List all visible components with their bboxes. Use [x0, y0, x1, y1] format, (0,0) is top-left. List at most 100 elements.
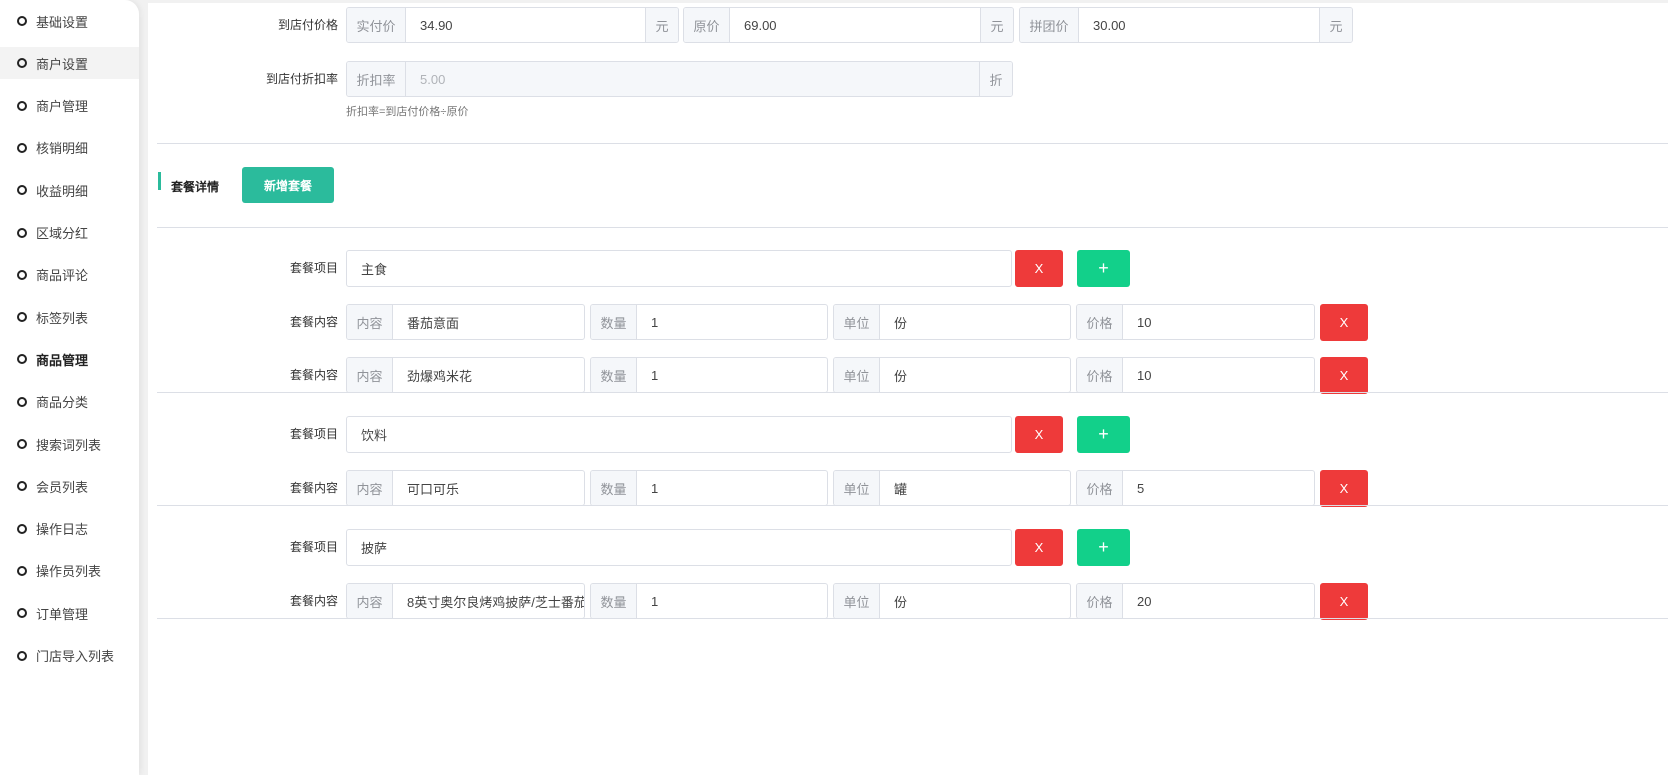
- package-item-input[interactable]: 主食: [346, 250, 1012, 287]
- actual-price-value[interactable]: 34.90: [406, 8, 645, 42]
- unit-input[interactable]: 单位份: [833, 583, 1071, 619]
- package-item-value[interactable]: 主食: [347, 251, 1011, 286]
- sidebar-item-label: 操作日志: [36, 522, 89, 538]
- sidebar-item[interactable]: 基础设置: [0, 5, 139, 37]
- unit-value[interactable]: 份: [880, 305, 1070, 339]
- add-content-button[interactable]: +: [1077, 529, 1130, 566]
- quantity-input[interactable]: 数量 1: [590, 470, 828, 506]
- sidebar-item[interactable]: 标签列表: [0, 301, 139, 333]
- unit-value[interactable]: 份: [880, 584, 1070, 618]
- original-price-prefix: 原价: [684, 8, 730, 42]
- circle-icon: [17, 58, 27, 69]
- price-value[interactable]: 5: [1123, 471, 1314, 505]
- content-value[interactable]: 8英寸奥尔良烤鸡披萨/芝士番茄: [393, 584, 584, 618]
- content-input[interactable]: 内容 8英寸奥尔良烤鸡披萨/芝士番茄: [346, 583, 585, 619]
- sidebar-item[interactable]: 商品管理: [0, 343, 139, 375]
- sidebar-item[interactable]: 订单管理: [0, 597, 139, 629]
- divider: [157, 143, 1668, 144]
- remove-item-button[interactable]: X: [1015, 529, 1063, 566]
- content-prefix: 内容: [347, 584, 393, 618]
- content-value[interactable]: 劲爆鸡米花: [393, 358, 584, 392]
- circle-icon: [17, 269, 27, 280]
- group-price-prefix: 拼团价: [1020, 8, 1079, 42]
- package-item-value[interactable]: 饮料: [347, 417, 1011, 452]
- unit-input[interactable]: 单位份: [833, 304, 1071, 340]
- package-item-label: 套餐项目: [289, 427, 338, 441]
- content-input[interactable]: 内容 可口可乐: [346, 470, 585, 506]
- unit-input[interactable]: 单位罐: [833, 470, 1071, 506]
- price-input[interactable]: 价格 10: [1076, 304, 1315, 340]
- sidebar-item[interactable]: 会员列表: [0, 470, 139, 502]
- group-price-suffix: 元: [1319, 8, 1352, 42]
- price-value[interactable]: 10: [1123, 358, 1314, 392]
- unit-input[interactable]: 单位份: [833, 357, 1071, 393]
- remove-item-button[interactable]: X: [1015, 416, 1063, 453]
- sidebar-item[interactable]: 搜索词列表: [0, 428, 139, 460]
- package-content-label: 套餐内容: [289, 315, 338, 329]
- sidebar-item[interactable]: 门店导入列表: [0, 640, 139, 672]
- package-item-input[interactable]: 披萨: [346, 529, 1012, 566]
- original-price-suffix: 元: [980, 8, 1013, 42]
- price-input[interactable]: 价格 20: [1076, 583, 1315, 619]
- quantity-value[interactable]: 1: [637, 471, 827, 505]
- sidebar-item[interactable]: 商品分类: [0, 386, 139, 418]
- group-price-value[interactable]: 30.00: [1079, 8, 1319, 42]
- sidebar-item[interactable]: 商品评论: [0, 259, 139, 291]
- unit-value[interactable]: 份: [880, 358, 1070, 392]
- price-input[interactable]: 价格 10: [1076, 357, 1315, 393]
- unit-value[interactable]: 罐: [880, 471, 1070, 505]
- circle-icon: [17, 16, 27, 26]
- sidebar-item[interactable]: 收益明细: [0, 174, 139, 206]
- remove-content-button[interactable]: X: [1320, 470, 1368, 507]
- content-value[interactable]: 番茄意面: [393, 305, 584, 339]
- content-input[interactable]: 内容 劲爆鸡米花: [346, 357, 585, 393]
- price-value[interactable]: 20: [1123, 584, 1314, 618]
- quantity-input[interactable]: 数量 1: [590, 357, 828, 393]
- price-prefix: 价格: [1077, 584, 1123, 618]
- sidebar-item[interactable]: 商户设置: [0, 47, 139, 80]
- divider: [157, 227, 1668, 228]
- group-price-input[interactable]: 拼团价 30.00 元: [1019, 7, 1353, 43]
- add-content-button[interactable]: +: [1077, 416, 1130, 453]
- unit-prefix: 单位: [834, 584, 880, 618]
- remove-item-button[interactable]: X: [1015, 250, 1063, 287]
- content-input[interactable]: 内容 番茄意面: [346, 304, 585, 340]
- remove-content-button[interactable]: X: [1320, 304, 1368, 341]
- sidebar-item[interactable]: 操作员列表: [0, 555, 139, 587]
- add-content-button[interactable]: +: [1077, 250, 1130, 287]
- quantity-value[interactable]: 1: [637, 584, 827, 618]
- sidebar-item[interactable]: 商户管理: [0, 90, 139, 122]
- sidebar-item[interactable]: 区域分红: [0, 217, 139, 249]
- sidebar-item-label: 订单管理: [36, 606, 89, 622]
- add-package-button[interactable]: 新增套餐: [242, 167, 334, 203]
- quantity-input[interactable]: 数量 1: [590, 583, 828, 619]
- original-price-value[interactable]: 69.00: [730, 8, 980, 42]
- sidebar-item-label: 核销明细: [36, 141, 89, 157]
- package-item-label: 套餐项目: [289, 261, 338, 275]
- quantity-value[interactable]: 1: [637, 305, 827, 339]
- content-prefix: 内容: [347, 305, 393, 339]
- quantity-value[interactable]: 1: [637, 358, 827, 392]
- content-value[interactable]: 可口可乐: [393, 471, 584, 505]
- quantity-input[interactable]: 数量 1: [590, 304, 828, 340]
- original-price-input[interactable]: 原价 69.00 元: [683, 7, 1014, 43]
- circle-icon: [17, 439, 27, 449]
- price-value[interactable]: 10: [1123, 305, 1314, 339]
- price-input[interactable]: 价格 5: [1076, 470, 1315, 506]
- sidebar-item[interactable]: 操作日志: [0, 513, 139, 545]
- remove-content-button[interactable]: X: [1320, 583, 1368, 620]
- package-item-value[interactable]: 披萨: [347, 530, 1011, 565]
- circle-icon: [17, 523, 27, 534]
- circle-icon: [17, 481, 27, 492]
- sidebar-item[interactable]: 核销明细: [0, 132, 139, 164]
- actual-price-input[interactable]: 实付价 34.90 元: [346, 7, 679, 43]
- discount-hint: 折扣率=到店付价格÷原价: [346, 106, 469, 118]
- unit-prefix: 单位: [834, 358, 880, 392]
- price-prefix: 价格: [1077, 358, 1123, 392]
- divider: [157, 505, 1668, 506]
- price-prefix: 价格: [1077, 305, 1123, 339]
- discount-input: 折扣率 5.00 折: [346, 61, 1013, 97]
- package-item-input[interactable]: 饮料: [346, 416, 1012, 453]
- sidebar-item-label: 门店导入列表: [36, 649, 115, 664]
- remove-content-button[interactable]: X: [1320, 357, 1368, 394]
